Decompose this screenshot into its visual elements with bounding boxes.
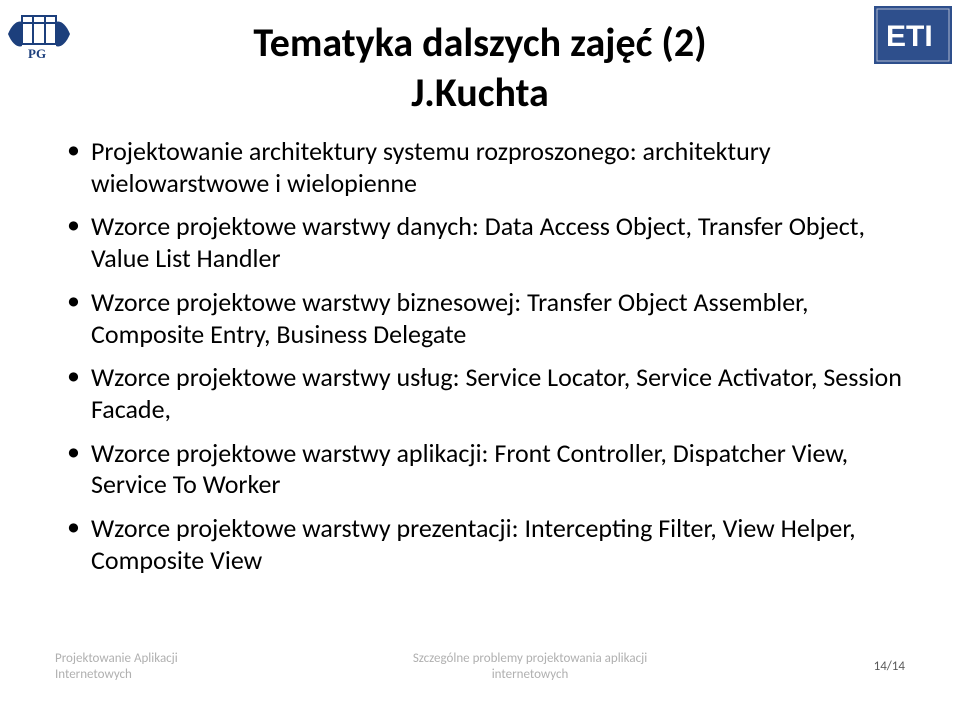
bullet-item: Projektowanie architektury systemu rozpr… xyxy=(65,136,905,199)
footer-center-line2: internetowych xyxy=(492,667,569,682)
bullet-item: Wzorce projektowe warstwy danych: Data A… xyxy=(65,211,905,274)
footer-left-line2: Internetowych xyxy=(55,667,132,682)
eti-logo: ETI xyxy=(874,6,952,64)
title-line-1: Tematyka dalszych zajęć (2) xyxy=(253,18,706,67)
footer-center-line1: Szczególne problemy projektowania aplika… xyxy=(413,651,647,666)
bullet-item: Wzorce projektowe warstwy biznesowej: Tr… xyxy=(65,287,905,350)
slide-content: Projektowanie architektury systemu rozpr… xyxy=(65,136,905,577)
pg-university-logo: PG xyxy=(8,6,70,68)
bullet-item: Wzorce projektowe warstwy usług: Service… xyxy=(65,362,905,425)
bullet-item: Wzorce projektowe warstwy aplikacji: Fro… xyxy=(65,438,905,501)
footer-left: Projektowanie Aplikacji Internetowych xyxy=(55,651,295,684)
title-line-2: J.Kuchta xyxy=(411,68,549,117)
footer-center: Szczególne problemy projektowania aplika… xyxy=(295,651,765,684)
slide-footer: Projektowanie Aplikacji Internetowych Sz… xyxy=(0,651,960,684)
footer-left-line1: Projektowanie Aplikacji xyxy=(55,651,178,666)
svg-text:ETI: ETI xyxy=(886,20,933,53)
slide-title: Tematyka dalszych zajęć (2) J.Kuchta xyxy=(55,18,905,118)
footer-page-number: 14/14 xyxy=(765,659,905,674)
bullet-item: Wzorce projektowe warstwy prezentacji: I… xyxy=(65,513,905,576)
svg-text:PG: PG xyxy=(28,46,46,61)
